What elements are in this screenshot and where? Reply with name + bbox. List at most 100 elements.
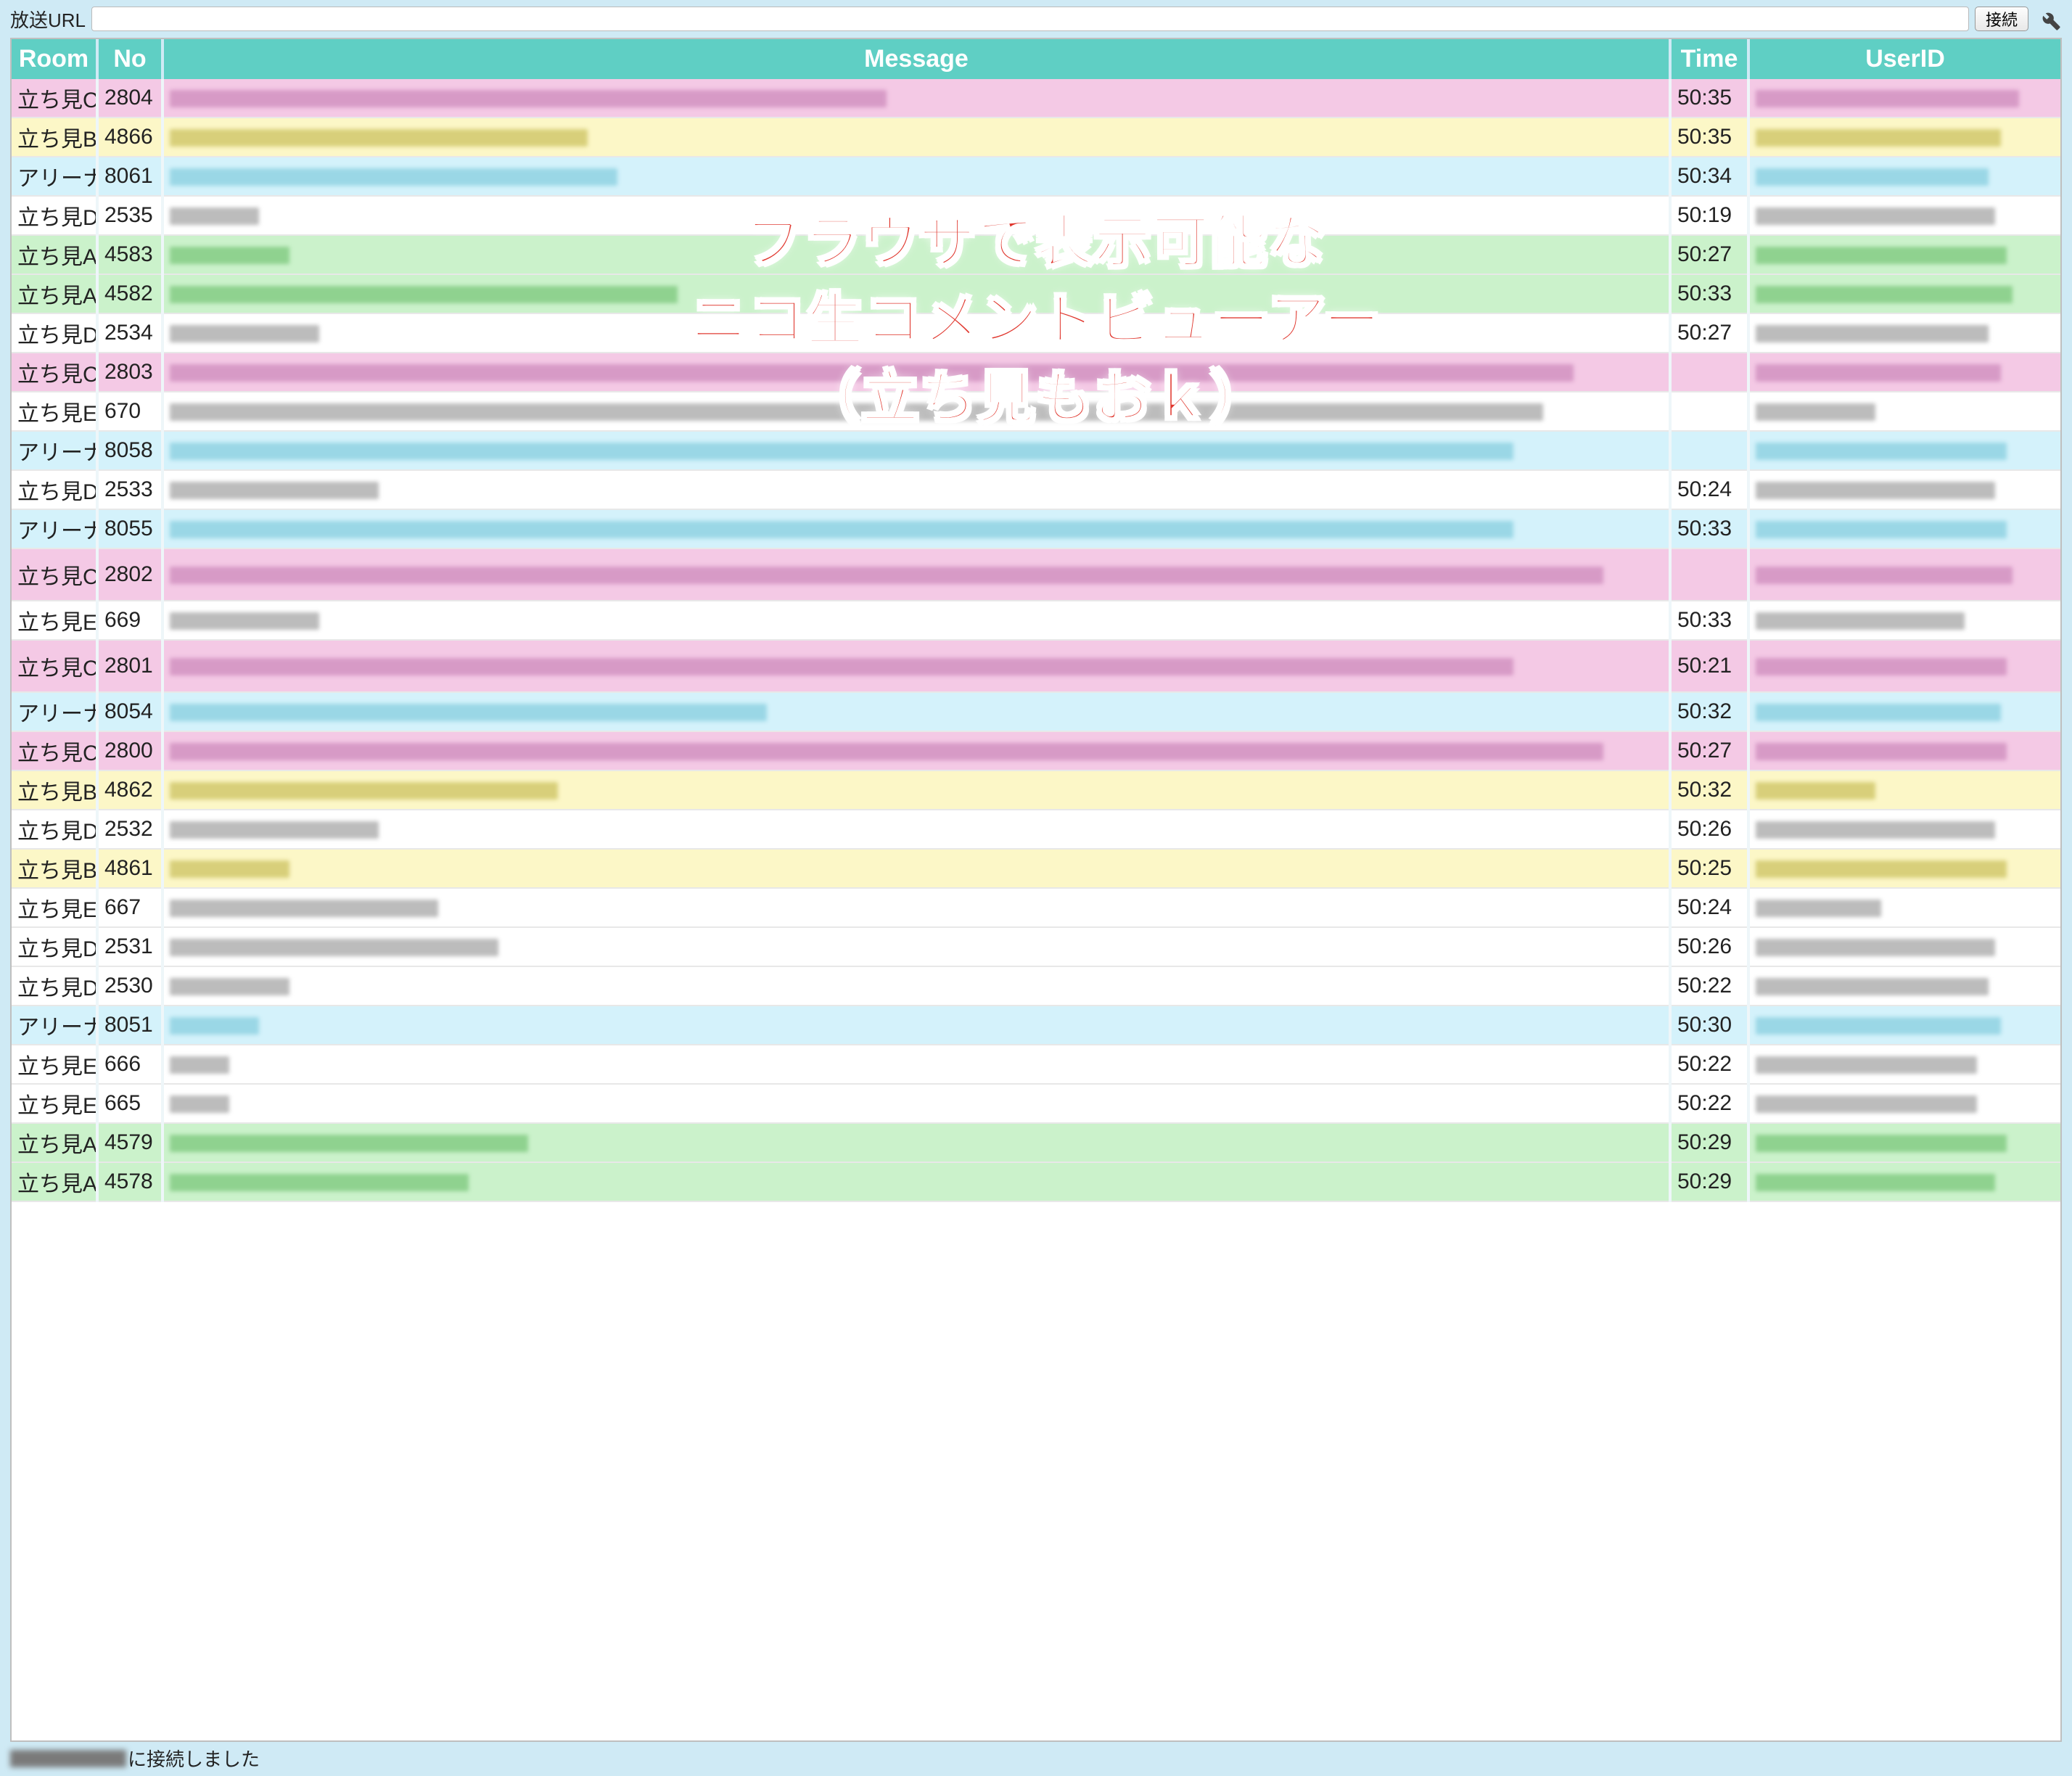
- cell-message: [163, 509, 1670, 548]
- cell-userid: [1748, 392, 2060, 431]
- table-row[interactable]: 立ち見B486250:32: [12, 770, 2060, 810]
- message-blur: [170, 1135, 528, 1152]
- message-blur: [170, 286, 678, 303]
- cell-no: 670: [97, 392, 163, 431]
- cell-userid: [1748, 431, 2060, 470]
- cell-userid: [1748, 601, 2060, 640]
- userid-blur: [1756, 860, 2007, 878]
- cell-time: 50:27: [1670, 731, 1748, 770]
- cell-time: 50:30: [1670, 1006, 1748, 1045]
- cell-userid: [1748, 640, 2060, 692]
- table-row[interactable]: 立ち見E66550:22: [12, 1084, 2060, 1123]
- cell-no: 2534: [97, 313, 163, 353]
- cell-time: 50:25: [1670, 849, 1748, 888]
- table-row[interactable]: 立ち見C2802: [12, 548, 2060, 601]
- table-row[interactable]: アリーナ805450:32: [12, 692, 2060, 731]
- table-row[interactable]: 立ち見C2803: [12, 353, 2060, 392]
- cell-message: [163, 118, 1670, 157]
- cell-room: アリーナ: [12, 431, 97, 470]
- cell-no: 665: [97, 1084, 163, 1123]
- table-row[interactable]: 立ち見D253050:22: [12, 966, 2060, 1006]
- table-row[interactable]: 立ち見E66950:33: [12, 601, 2060, 640]
- table-row[interactable]: アリーナ806150:34: [12, 157, 2060, 196]
- cell-room: 立ち見C: [12, 548, 97, 601]
- message-blur: [170, 860, 289, 878]
- cell-room: 立ち見E: [12, 888, 97, 927]
- cell-time: 50:22: [1670, 966, 1748, 1006]
- col-time[interactable]: Time: [1670, 39, 1748, 79]
- table-header: Room No Message Time UserID: [12, 39, 2060, 79]
- cell-room: 立ち見A: [12, 235, 97, 274]
- cell-userid: [1748, 888, 2060, 927]
- userid-blur: [1756, 403, 1875, 421]
- table-row[interactable]: アリーナ805550:33: [12, 509, 2060, 548]
- cell-no: 4861: [97, 849, 163, 888]
- userid-blur: [1756, 821, 1995, 839]
- cell-userid: [1748, 927, 2060, 966]
- table-row[interactable]: 立ち見C280450:35: [12, 79, 2060, 118]
- table-row[interactable]: 立ち見A457850:29: [12, 1162, 2060, 1201]
- table-row[interactable]: 立ち見C280050:27: [12, 731, 2060, 770]
- cell-room: 立ち見D: [12, 313, 97, 353]
- table-row[interactable]: 立ち見C280150:21: [12, 640, 2060, 692]
- cell-userid: [1748, 1045, 2060, 1084]
- cell-userid: [1748, 196, 2060, 235]
- table-row[interactable]: 立ち見D253250:26: [12, 810, 2060, 849]
- cell-userid: [1748, 810, 2060, 849]
- userid-blur: [1756, 1056, 1977, 1074]
- table-row[interactable]: 立ち見D253350:24: [12, 470, 2060, 509]
- cell-room: 立ち見A: [12, 1123, 97, 1162]
- userid-blur: [1756, 325, 1989, 342]
- userid-blur: [1756, 247, 2007, 264]
- table-row[interactable]: 立ち見E66750:24: [12, 888, 2060, 927]
- col-room[interactable]: Room: [12, 39, 97, 79]
- message-blur: [170, 900, 438, 917]
- cell-message: [163, 601, 1670, 640]
- cell-no: 8055: [97, 509, 163, 548]
- connect-button[interactable]: 接続: [1975, 7, 2028, 31]
- table-row[interactable]: 立ち見B486150:25: [12, 849, 2060, 888]
- cell-no: 8058: [97, 431, 163, 470]
- table-row[interactable]: アリーナ8058: [12, 431, 2060, 470]
- broadcast-url-input[interactable]: [91, 7, 1969, 31]
- table-row[interactable]: 立ち見B486650:35: [12, 118, 2060, 157]
- cell-no: 2531: [97, 927, 163, 966]
- message-blur: [170, 403, 1543, 421]
- table-row[interactable]: 立ち見A458350:27: [12, 235, 2060, 274]
- table-row[interactable]: アリーナ805150:30: [12, 1006, 2060, 1045]
- cell-room: 立ち見C: [12, 79, 97, 118]
- message-blur: [170, 364, 1574, 382]
- message-blur: [170, 612, 319, 630]
- cell-room: 立ち見C: [12, 640, 97, 692]
- col-userid[interactable]: UserID: [1748, 39, 2060, 79]
- cell-userid: [1748, 1123, 2060, 1162]
- cell-message: [163, 1084, 1670, 1123]
- table-row[interactable]: 立ち見A457950:29: [12, 1123, 2060, 1162]
- cell-message: [163, 888, 1670, 927]
- col-message[interactable]: Message: [163, 39, 1670, 79]
- table-row[interactable]: 立ち見D253550:19: [12, 196, 2060, 235]
- table-row[interactable]: 立ち見A458250:33: [12, 274, 2060, 313]
- message-blur: [170, 247, 289, 264]
- cell-time: 50:33: [1670, 601, 1748, 640]
- table-row[interactable]: 立ち見E670: [12, 392, 2060, 431]
- message-blur: [170, 782, 558, 799]
- table-row[interactable]: 立ち見D253450:27: [12, 313, 2060, 353]
- cell-no: 2802: [97, 548, 163, 601]
- cell-userid: [1748, 509, 2060, 548]
- userid-blur: [1756, 978, 1989, 995]
- cell-time: 50:34: [1670, 157, 1748, 196]
- message-blur: [170, 168, 617, 186]
- table-row[interactable]: 立ち見D253150:26: [12, 927, 2060, 966]
- message-blur: [170, 821, 379, 839]
- cell-room: 立ち見B: [12, 770, 97, 810]
- settings-icon[interactable]: [2034, 4, 2063, 33]
- table-row[interactable]: 立ち見E66650:22: [12, 1045, 2060, 1084]
- cell-no: 2800: [97, 731, 163, 770]
- cell-no: 4578: [97, 1162, 163, 1201]
- col-no[interactable]: No: [97, 39, 163, 79]
- message-blur: [170, 939, 498, 956]
- comment-table-container: Room No Message Time UserID 立ち見C280450:3…: [10, 38, 2062, 1742]
- userid-blur: [1756, 1095, 1977, 1113]
- cell-message: [163, 1006, 1670, 1045]
